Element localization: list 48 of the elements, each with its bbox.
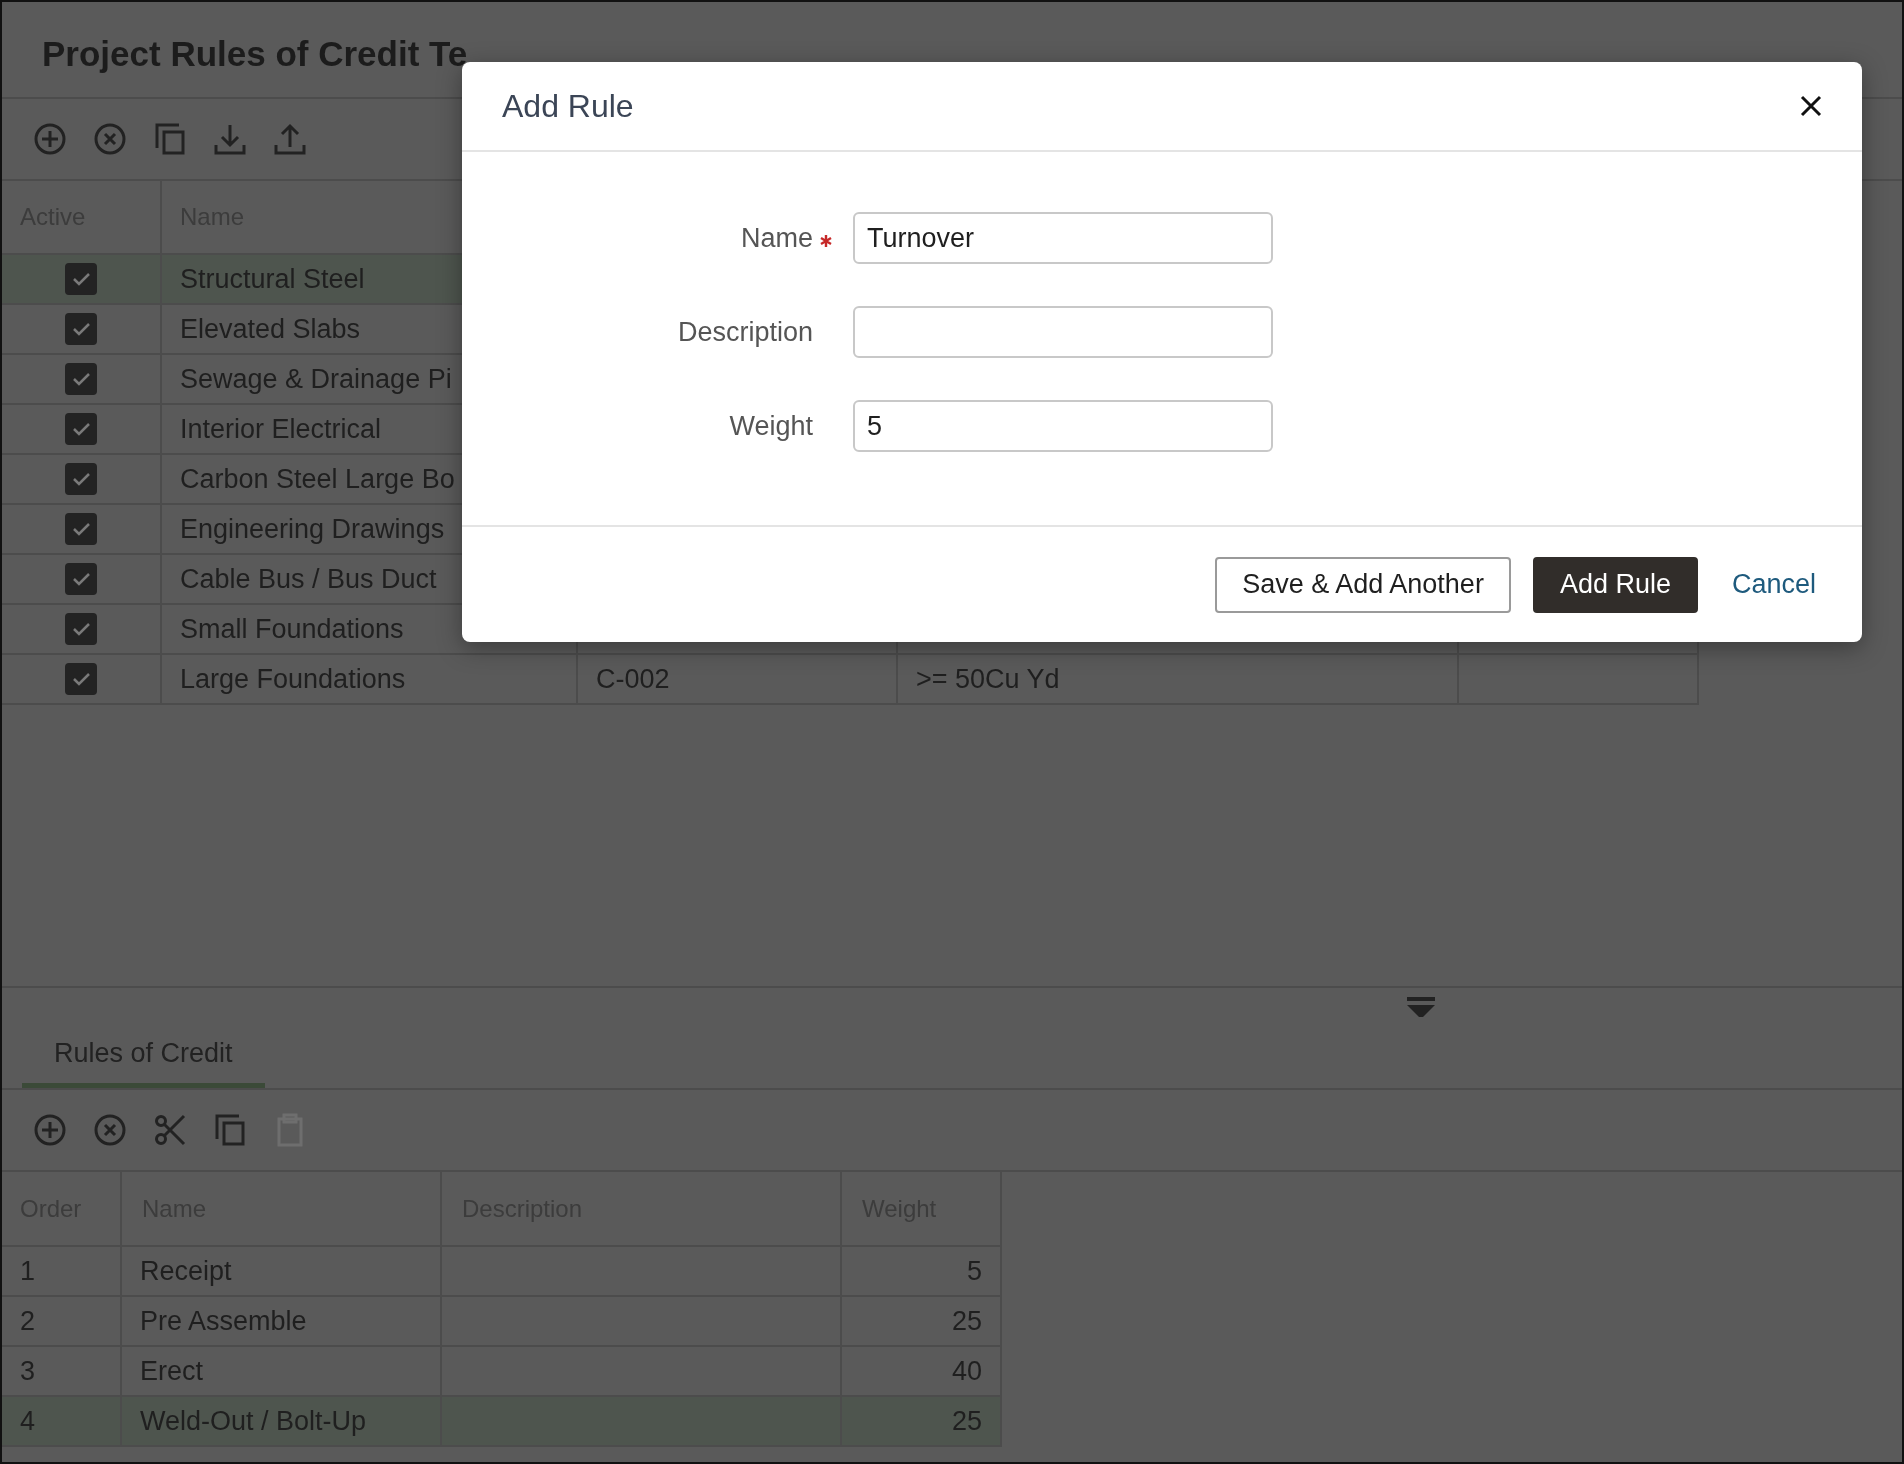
close-icon[interactable] [1800, 95, 1822, 117]
table-cell: Elevated Slabs [180, 313, 361, 344]
checkbox[interactable] [65, 363, 97, 396]
dialog-title: Add Rule [502, 87, 634, 125]
table-cell: 3 [20, 1355, 36, 1386]
remove-circle-icon[interactable] [92, 1112, 128, 1148]
table-cell: Interior Electrical [180, 413, 382, 444]
checkbox[interactable] [65, 313, 97, 346]
table-cell: Receipt [140, 1255, 232, 1286]
table-cell: Large Foundations [180, 663, 406, 694]
table-cell: Small Foundations [180, 613, 404, 644]
checkbox[interactable] [65, 413, 97, 446]
table-cell: 40 [951, 1355, 982, 1386]
table-cell: Pre Assemble [140, 1305, 307, 1336]
save-button[interactable]: Save & Add Another [1215, 556, 1511, 613]
table-cell: Engineering Drawings [180, 513, 445, 544]
table-cell: Cable Bus / Bus Duct [180, 563, 437, 594]
input-field[interactable]: Turnover [853, 212, 1273, 264]
table-cell: 25 [951, 1305, 982, 1336]
cancel-link[interactable]: Cancel [1719, 556, 1816, 613]
table-cell: Sewage & Drainage Pi [180, 363, 452, 394]
remove-circle-icon[interactable] [92, 121, 128, 157]
table-cell: 1 [20, 1255, 36, 1286]
add-button[interactable]: Add Rule [1532, 556, 1698, 613]
checkbox[interactable] [65, 513, 97, 546]
checkbox[interactable] [65, 263, 97, 296]
table-cell: Erect [140, 1355, 204, 1386]
tab[interactable]: Rules of Credit [22, 1026, 265, 1088]
checkbox[interactable] [65, 663, 97, 696]
checkbox[interactable] [65, 613, 97, 646]
input-field[interactable]: 5 [853, 400, 1273, 452]
table-cell: Carbon Steel Large Bo [180, 463, 455, 494]
plus-circle-icon[interactable] [32, 1112, 68, 1148]
field-label: Weight [729, 410, 813, 442]
table-cell: C-002 [596, 663, 670, 694]
checkbox[interactable] [65, 463, 97, 496]
input-field[interactable] [853, 306, 1273, 358]
plus-circle-icon[interactable] [32, 121, 68, 157]
table-cell: >= 50Cu Yd [916, 663, 1060, 694]
field-label: Description [677, 316, 813, 348]
table-cell: 2 [20, 1305, 36, 1336]
table-cell: 5 [966, 1255, 982, 1286]
scissors-icon[interactable] [152, 1112, 188, 1148]
upload-icon[interactable] [272, 121, 308, 157]
page-title: Project Rules of Credit Te [41, 33, 469, 74]
checkbox[interactable] [65, 563, 97, 596]
field-label: Name [740, 222, 813, 254]
collapse-icon[interactable] [1406, 996, 1436, 1020]
